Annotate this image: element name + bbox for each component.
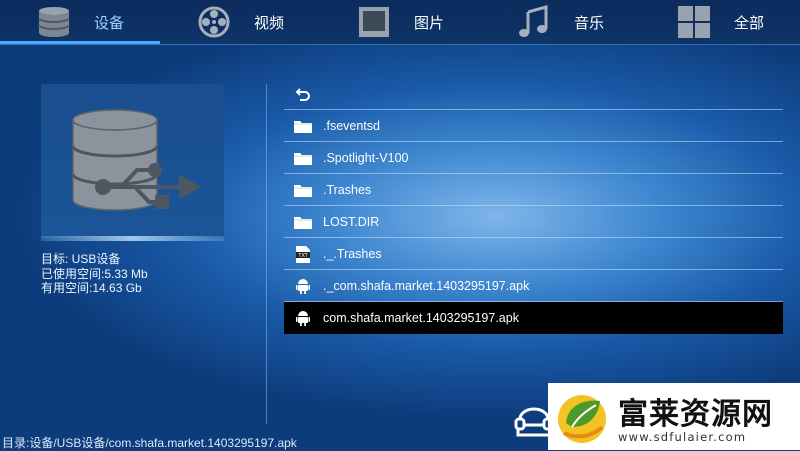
svg-text:TXT: TXT — [297, 253, 308, 259]
file-row[interactable]: .Trashes — [284, 174, 783, 206]
file-name: com.shafa.market.1403295197.apk — [323, 310, 519, 325]
top-nav: 设备 视频 图片 音乐 全部 — [0, 0, 800, 44]
panel-divider — [266, 84, 267, 424]
device-used-space: 已使用空间:5.33 Mb — [41, 266, 148, 281]
folder-icon — [294, 117, 312, 135]
picture-frame-icon — [356, 5, 392, 39]
tab-all[interactable]: 全部 — [640, 0, 800, 44]
film-reel-icon — [196, 5, 232, 39]
back-arrow-icon — [294, 85, 312, 103]
file-name: .Trashes — [323, 182, 372, 197]
music-note-icon — [516, 5, 552, 39]
tab-device[interactable]: 设备 — [0, 0, 160, 44]
folder-icon — [294, 181, 312, 199]
device-preview — [41, 84, 224, 238]
watermark-url: www.sdfulaier.com — [618, 430, 747, 444]
tab-label: 视频 — [253, 14, 284, 32]
folder-icon — [294, 213, 312, 231]
tab-label: 设备 — [93, 14, 124, 32]
file-row[interactable]: LOST.DIR — [284, 206, 783, 238]
watermark: 富莱资源网 www.sdfulaier.com — [548, 383, 800, 450]
file-row-selected[interactable]: com.shafa.market.1403295197.apk — [284, 302, 783, 334]
txt-file-icon: TXT — [294, 245, 312, 263]
tab-pictures[interactable]: 图片 — [320, 0, 480, 44]
device-info: 目标: USB设备 已使用空间:5.33 Mb 有用空间:14.63 Gb — [41, 252, 148, 296]
folder-icon — [294, 149, 312, 167]
panel-highlight — [41, 236, 224, 241]
tab-video[interactable]: 视频 — [160, 0, 320, 44]
back-row[interactable] — [284, 78, 783, 110]
file-name: .Spotlight-V100 — [323, 150, 409, 165]
usb-database-icon — [71, 109, 202, 211]
current-path: 目录:设备/USB设备/com.shafa.market.1403295197.… — [2, 436, 297, 450]
nav-divider — [0, 44, 800, 45]
device-target: 目标: USB设备 — [41, 252, 121, 266]
file-name: ._.Trashes — [323, 246, 382, 261]
file-name: ._com.shafa.market.1403295197.apk — [323, 278, 530, 293]
file-row[interactable]: .fseventsd — [284, 110, 783, 142]
tab-label: 全部 — [733, 14, 764, 32]
database-icon — [36, 5, 72, 39]
file-row[interactable]: TXT ._.Trashes — [284, 238, 783, 270]
file-list: .fseventsd .Spotlight-V100 .Trashes LOST… — [284, 78, 783, 334]
leaf-logo-icon — [558, 395, 606, 443]
tab-music[interactable]: 音乐 — [480, 0, 640, 44]
tab-label: 音乐 — [573, 14, 604, 32]
file-name: .fseventsd — [323, 118, 380, 133]
file-name: LOST.DIR — [323, 214, 380, 229]
device-free-space: 有用空间:14.63 Gb — [41, 281, 142, 295]
watermark-title: 富莱资源网 — [618, 397, 773, 432]
android-icon — [294, 277, 312, 295]
android-icon — [294, 309, 312, 327]
grid-icon — [676, 5, 712, 39]
file-row[interactable]: ._com.shafa.market.1403295197.apk — [284, 270, 783, 302]
tab-label: 图片 — [413, 14, 444, 32]
file-row[interactable]: .Spotlight-V100 — [284, 142, 783, 174]
